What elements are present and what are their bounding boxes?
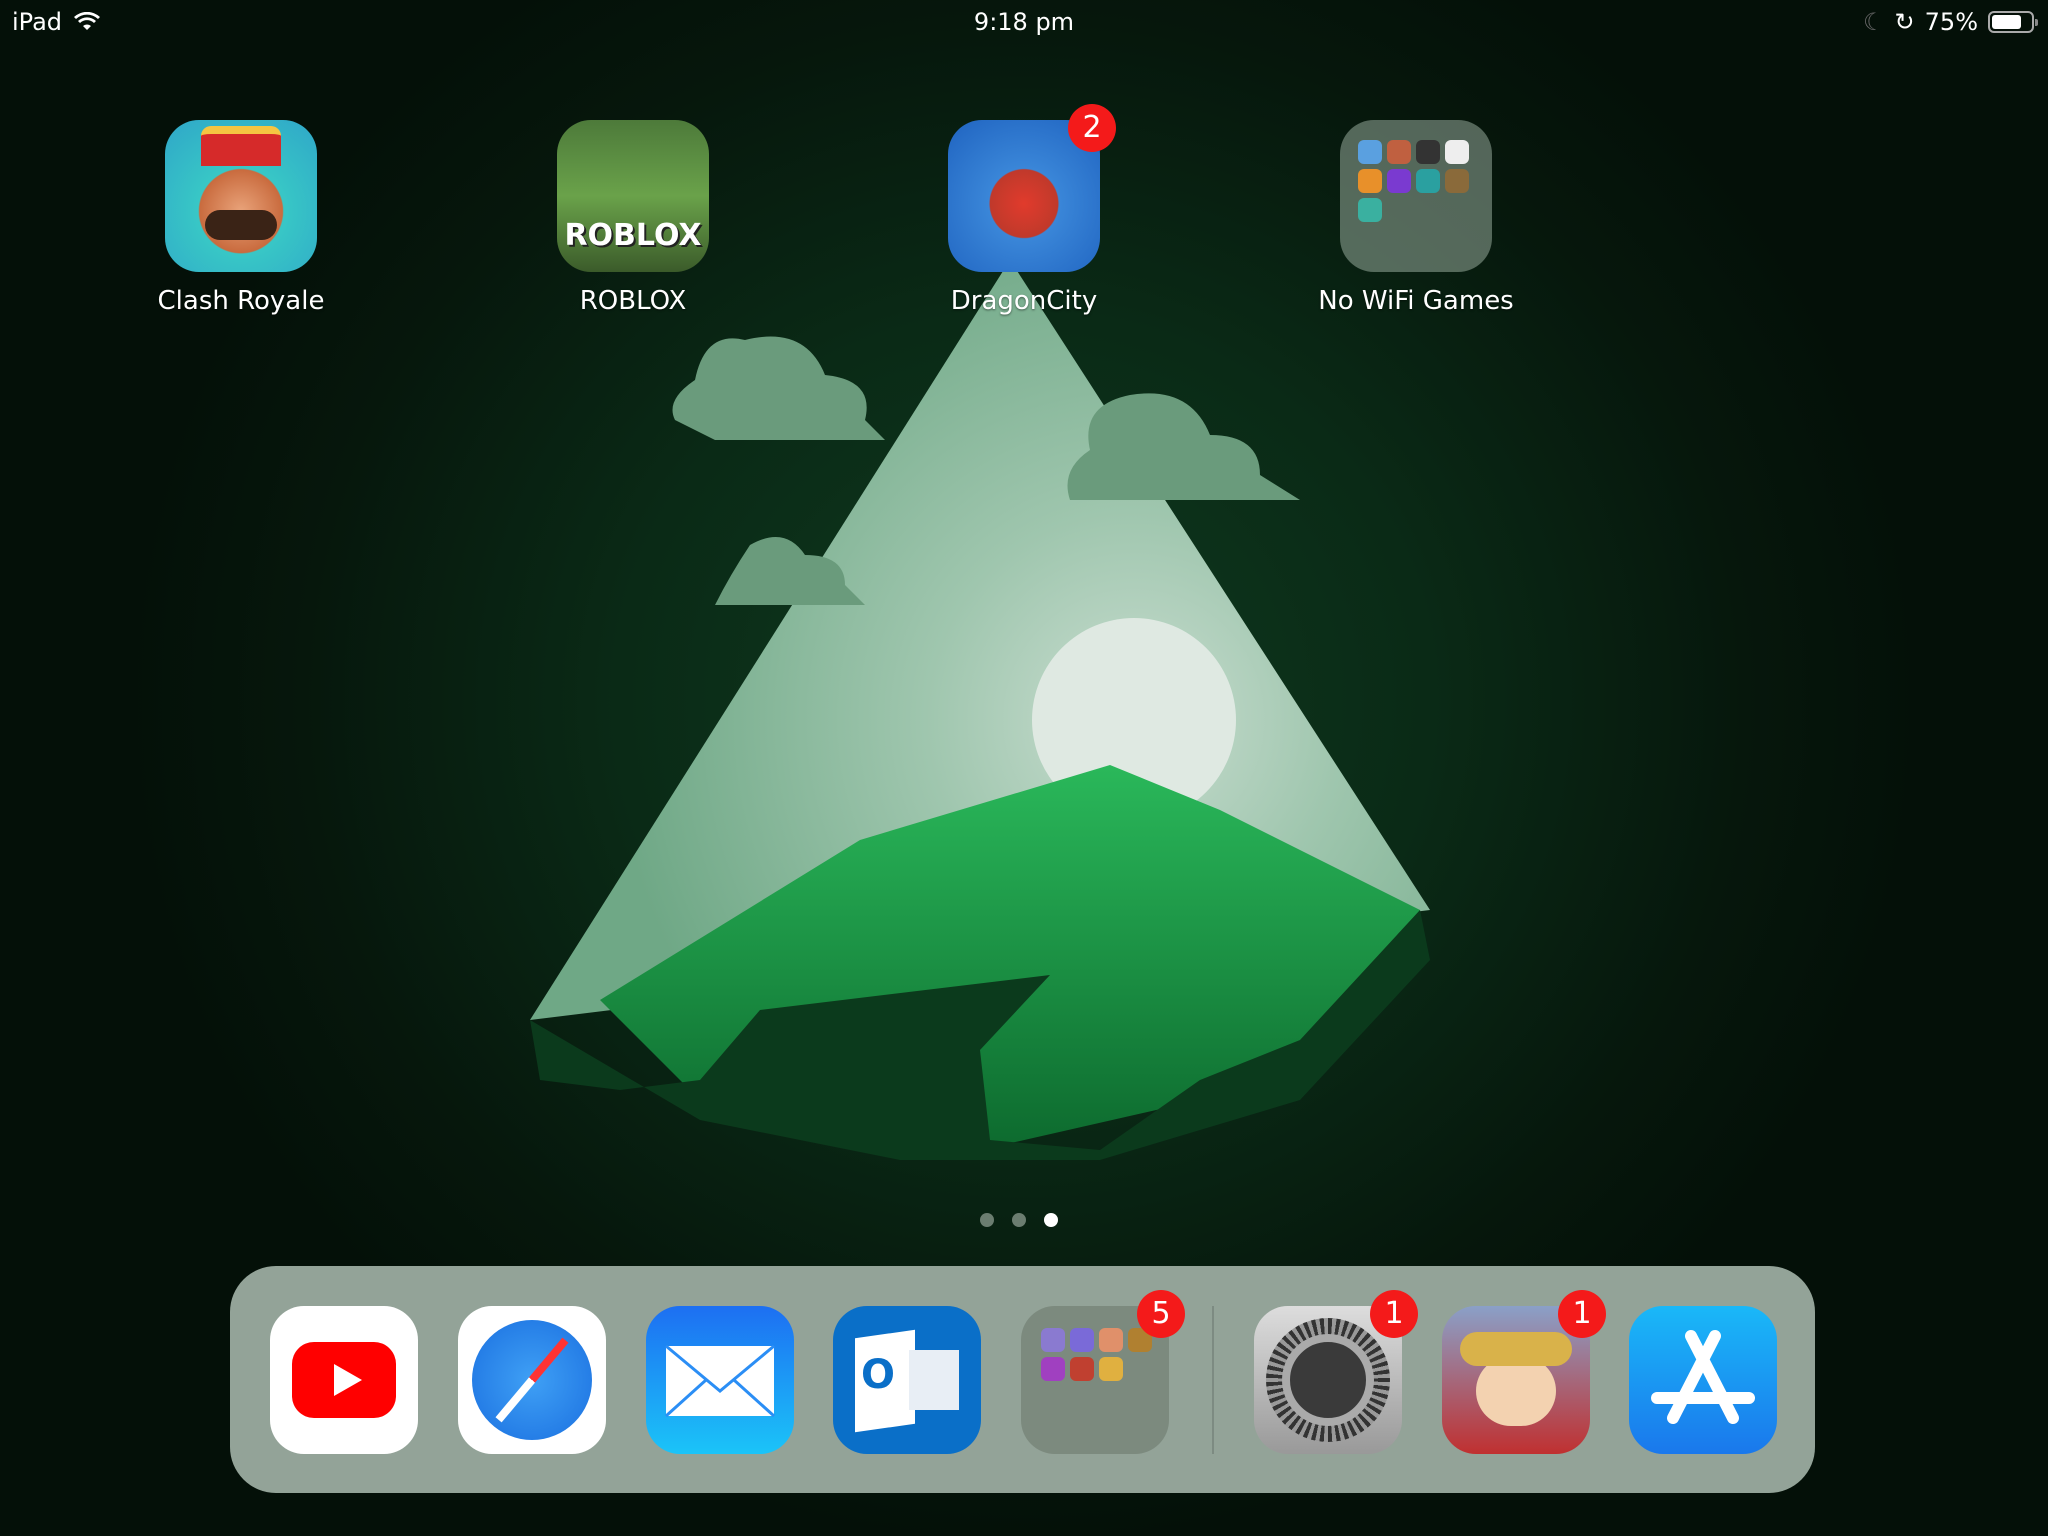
- folder-icon: [1340, 120, 1492, 272]
- dock-app-app-store[interactable]: [1629, 1306, 1777, 1454]
- rotation-lock-icon: ↻: [1894, 8, 1915, 36]
- app-label: No WiFi Games: [1318, 286, 1514, 316]
- roblox-icon: ROBLOX: [557, 120, 709, 272]
- dock-app-outlook[interactable]: O: [833, 1306, 981, 1454]
- app-store-icon: [1651, 1330, 1755, 1424]
- page-dot[interactable]: [980, 1213, 994, 1227]
- app-label: DragonCity: [950, 286, 1098, 316]
- character-icon: [1476, 1356, 1556, 1426]
- notification-badge: 2: [1068, 104, 1116, 152]
- dock-app-south-park[interactable]: 1: [1442, 1290, 1606, 1454]
- page-dot[interactable]: [1012, 1213, 1026, 1227]
- dock-divider: [1212, 1306, 1214, 1454]
- dock-app-settings[interactable]: 1: [1254, 1290, 1418, 1454]
- gear-icon: [1266, 1318, 1390, 1442]
- notification-badge: 1: [1558, 1290, 1606, 1338]
- clash-royale-icon: [165, 120, 317, 272]
- battery-icon: [1988, 11, 2038, 33]
- dragoncity-icon: 2: [948, 104, 1116, 272]
- page-indicator[interactable]: [980, 1213, 1058, 1227]
- moon-icon: ☾: [1863, 8, 1885, 36]
- compass-icon: [472, 1320, 592, 1440]
- dock: O 5 1 1: [230, 1266, 1815, 1493]
- youtube-icon: [292, 1342, 396, 1418]
- battery-percent: 75%: [1924, 8, 1978, 36]
- clock: 9:18 pm: [973, 8, 1075, 36]
- app-clash-royale[interactable]: Clash Royale: [121, 120, 361, 316]
- app-label: ROBLOX: [579, 286, 687, 316]
- notification-badge: 1: [1370, 1290, 1418, 1338]
- app-dragoncity[interactable]: 2 DragonCity: [904, 104, 1144, 316]
- app-roblox[interactable]: ROBLOX ROBLOX: [513, 120, 753, 316]
- dock-folder[interactable]: 5: [1021, 1290, 1185, 1454]
- dock-app-youtube[interactable]: [270, 1306, 418, 1454]
- app-label: Clash Royale: [157, 286, 325, 316]
- page-dot-current[interactable]: [1044, 1213, 1058, 1227]
- folder-no-wifi-games[interactable]: No WiFi Games: [1296, 120, 1536, 316]
- dock-app-mail[interactable]: [646, 1306, 794, 1454]
- status-bar: iPad 9:18 pm ☾ ↻ 75%: [0, 0, 2048, 44]
- dock-app-safari[interactable]: [458, 1306, 606, 1454]
- envelope-icon: [664, 1344, 776, 1418]
- notification-badge: 5: [1137, 1290, 1185, 1338]
